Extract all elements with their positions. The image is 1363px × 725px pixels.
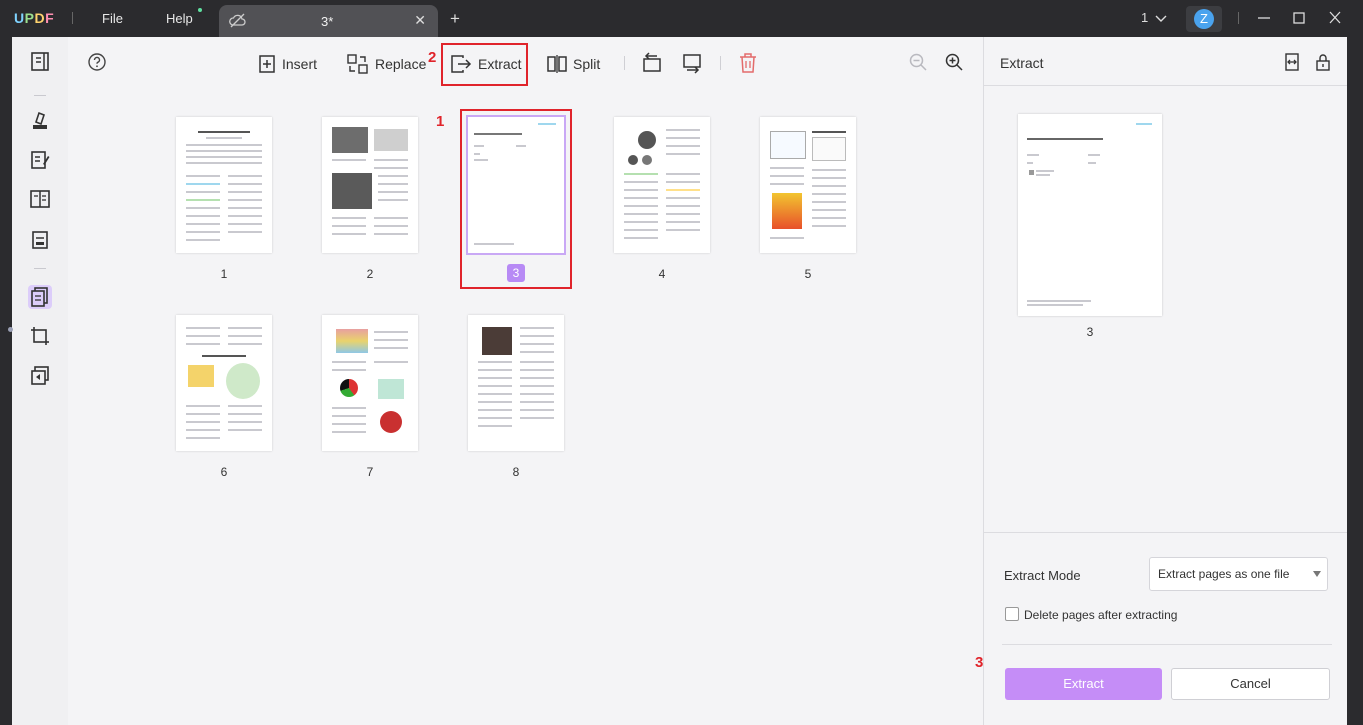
maximize-icon[interactable] bbox=[1292, 9, 1306, 32]
page-thumbnail[interactable] bbox=[468, 315, 564, 451]
title-separator bbox=[1238, 12, 1239, 24]
page-thumbnail[interactable] bbox=[760, 117, 856, 253]
page-number: 7 bbox=[366, 465, 374, 479]
batch-icon[interactable] bbox=[28, 364, 52, 388]
cancel-button[interactable]: Cancel bbox=[1171, 668, 1330, 700]
form-icon[interactable] bbox=[28, 228, 52, 252]
extract-mode-select[interactable]: Extract pages as one file bbox=[1149, 557, 1328, 591]
delete-pages-checkbox[interactable] bbox=[1005, 607, 1019, 621]
tool-separator bbox=[34, 95, 46, 96]
dropdown-arrow-icon bbox=[1313, 571, 1321, 577]
minimize-icon[interactable] bbox=[1257, 9, 1271, 32]
crop-icon[interactable] bbox=[28, 324, 52, 348]
insert-icon bbox=[259, 55, 275, 73]
user-avatar[interactable]: Z bbox=[1186, 6, 1222, 32]
insert-label: Insert bbox=[282, 56, 318, 72]
toolbar-separator bbox=[624, 56, 625, 70]
page-thumbnail[interactable] bbox=[176, 117, 272, 253]
panel-divider bbox=[1002, 644, 1332, 645]
annotation-number: 2 bbox=[428, 49, 437, 66]
replace-icon bbox=[347, 54, 368, 74]
page-thumbnail[interactable] bbox=[322, 315, 418, 451]
chevron-down-icon[interactable] bbox=[1155, 11, 1167, 29]
extract-mode-label: Extract Mode bbox=[1004, 568, 1081, 583]
insert-button[interactable]: Insert bbox=[258, 51, 317, 77]
rotate-right-icon[interactable] bbox=[681, 52, 703, 79]
menu-file[interactable]: File bbox=[102, 11, 123, 26]
page-number: 2 bbox=[366, 267, 374, 281]
extract-panel: Extract 3 Extract Mode Extract pages as … bbox=[983, 37, 1348, 725]
page-number: 5 bbox=[804, 267, 812, 281]
title-bar: UPDF File Help 3* ✕ + 1 Z bbox=[0, 0, 1363, 37]
delete-icon[interactable] bbox=[738, 52, 758, 79]
title-separator bbox=[72, 12, 73, 24]
panel-divider bbox=[984, 85, 1348, 86]
split-label: Split bbox=[573, 56, 601, 72]
panel-divider bbox=[984, 532, 1348, 533]
menu-help[interactable]: Help bbox=[166, 11, 193, 26]
page-thumbnail[interactable] bbox=[322, 117, 418, 253]
page-thumbnail[interactable] bbox=[614, 117, 710, 253]
comment-highlight-icon[interactable] bbox=[28, 108, 52, 132]
updf-logo: UPDF bbox=[14, 10, 55, 26]
annotation-box-extract bbox=[441, 43, 528, 86]
preview-page-number: 3 bbox=[1086, 325, 1094, 339]
extract-mode-value: Extract pages as one file bbox=[1158, 567, 1290, 581]
close-window-icon[interactable] bbox=[1328, 9, 1342, 32]
split-button[interactable]: Split bbox=[547, 51, 600, 77]
right-edge-strip bbox=[1347, 37, 1363, 725]
replace-label: Replace bbox=[375, 56, 427, 72]
replace-button[interactable]: Replace bbox=[347, 51, 426, 77]
extract-confirm-button[interactable]: Extract bbox=[1005, 668, 1162, 700]
reader-icon[interactable] bbox=[28, 50, 52, 74]
organize-pages-icon[interactable] bbox=[28, 285, 52, 309]
rotate-left-icon[interactable] bbox=[641, 52, 663, 79]
collapse-handle[interactable] bbox=[8, 327, 13, 332]
page-number: 1 bbox=[220, 267, 228, 281]
panel-title: Extract bbox=[1000, 55, 1044, 71]
delete-pages-label: Delete pages after extracting bbox=[1024, 608, 1178, 622]
split-icon bbox=[547, 55, 567, 73]
avatar-initial: Z bbox=[1194, 9, 1214, 29]
document-tab[interactable]: 3* ✕ bbox=[219, 5, 438, 37]
page-indicator[interactable]: 1 bbox=[1141, 10, 1148, 25]
page-number: 4 bbox=[658, 267, 666, 281]
fit-width-icon[interactable] bbox=[1283, 52, 1301, 77]
page-number: 6 bbox=[220, 465, 228, 479]
zoom-in-icon[interactable] bbox=[944, 52, 964, 77]
help-notification-dot bbox=[198, 8, 202, 12]
extract-preview-thumbnail bbox=[1018, 114, 1162, 316]
new-tab-button[interactable]: + bbox=[450, 9, 460, 29]
annotation-box-page bbox=[460, 109, 572, 289]
toolbar-separator bbox=[720, 56, 721, 70]
tab-close-icon[interactable]: ✕ bbox=[414, 12, 426, 29]
page-thumbnail[interactable] bbox=[176, 315, 272, 451]
cloud-off-icon bbox=[229, 13, 247, 34]
page-layout-icon[interactable] bbox=[28, 187, 52, 211]
tab-title: 3* bbox=[321, 14, 334, 29]
tool-separator bbox=[34, 268, 46, 269]
edit-pdf-icon[interactable] bbox=[28, 148, 52, 172]
page-number: 8 bbox=[512, 465, 520, 479]
lock-icon[interactable] bbox=[1315, 52, 1331, 77]
help-icon[interactable] bbox=[87, 52, 107, 77]
annotation-number: 1 bbox=[436, 113, 445, 130]
zoom-out-icon[interactable] bbox=[908, 52, 928, 77]
